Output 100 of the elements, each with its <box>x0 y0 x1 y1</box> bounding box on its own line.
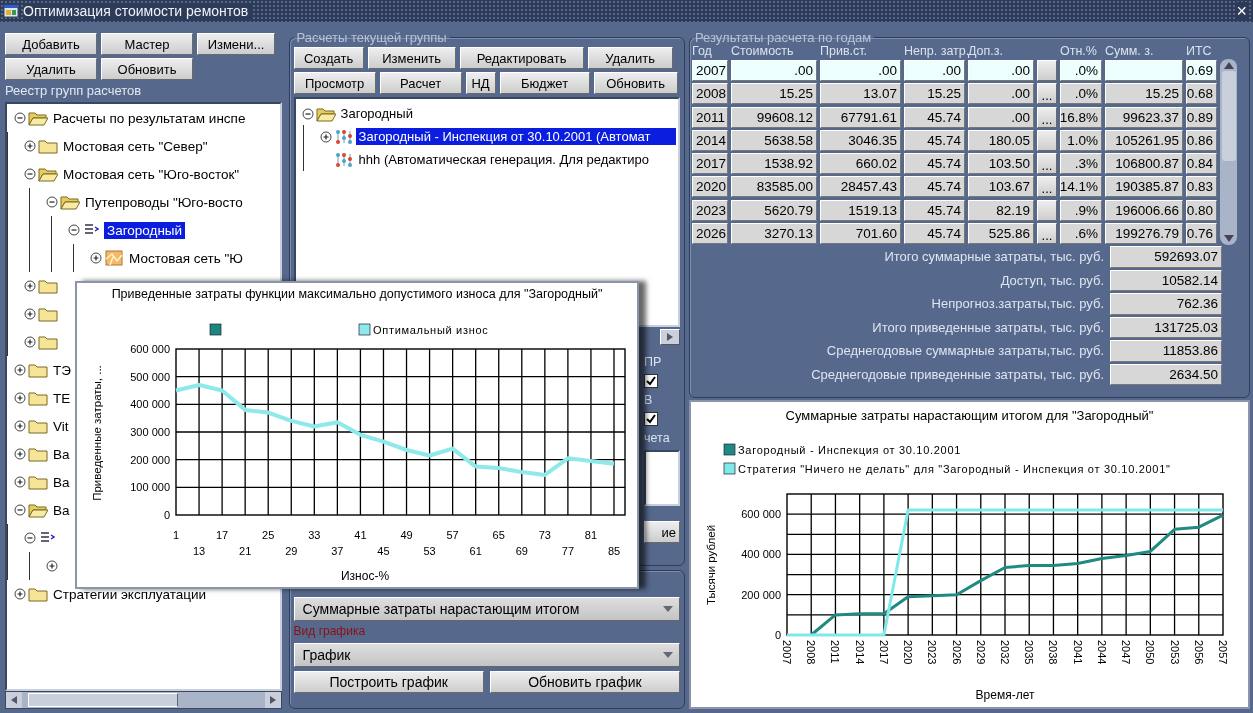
axis-tick-label: 600 000 <box>130 343 170 355</box>
action-button[interactable]: Удалить <box>5 58 97 80</box>
folder-icon <box>315 105 336 122</box>
more-button[interactable]: ... <box>1037 222 1057 244</box>
action-button[interactable]: Измени... <box>197 33 275 55</box>
action-button[interactable]: Редактировать <box>459 47 584 69</box>
collapse-icon[interactable] <box>301 107 314 120</box>
expand-icon[interactable] <box>14 420 26 432</box>
axis-tick-label: 400 000 <box>130 398 170 411</box>
tree-item[interactable]: Расчеты по результатам инспе <box>50 109 249 127</box>
collapse-icon[interactable] <box>24 532 36 544</box>
tree-item[interactable]: Загородный <box>337 105 416 122</box>
expand-icon[interactable] <box>24 308 36 320</box>
collapse-icon[interactable] <box>46 196 58 208</box>
tree-item[interactable]: hhh (Автоматическая генерация. Для редактиро <box>355 151 653 168</box>
action-button[interactable]: ие <box>644 521 680 543</box>
action-button[interactable]: Обновить график <box>489 671 680 693</box>
action-button[interactable]: Мастер <box>101 33 193 55</box>
table-cell: 2017 <box>692 153 728 175</box>
table-cell: .0% <box>1060 60 1102 82</box>
action-button[interactable]: Создать <box>293 47 364 69</box>
table-cell: 2026 <box>692 222 728 244</box>
expand-icon[interactable] <box>14 364 26 376</box>
more-button[interactable] <box>1037 199 1057 221</box>
expand-icon[interactable] <box>46 560 58 572</box>
expand-icon[interactable] <box>319 130 332 143</box>
more-button[interactable] <box>1037 60 1057 82</box>
more-button[interactable]: ... <box>1037 153 1057 175</box>
checkmark-icon <box>646 414 656 424</box>
expand-icon[interactable] <box>14 448 26 460</box>
checkbox[interactable] <box>644 374 658 388</box>
collapse-icon[interactable] <box>24 168 36 180</box>
axis-tick-label: 41 <box>354 529 367 541</box>
tree-item[interactable]: Ba <box>50 501 73 519</box>
dropdown[interactable]: Суммарные затраты нарастающим итогом <box>293 597 680 621</box>
action-button[interactable]: Обновить <box>593 72 678 94</box>
table-cell: 14.1% <box>1060 176 1102 198</box>
tree-item[interactable]: Ba <box>50 445 73 463</box>
more-button[interactable]: ... <box>1037 106 1057 128</box>
expand-icon[interactable] <box>14 392 26 404</box>
scroll-button[interactable] <box>6 692 22 708</box>
table-cell: 16.8% <box>1060 106 1102 128</box>
expand-icon[interactable] <box>24 280 36 292</box>
scrollbar-thumb[interactable] <box>1221 71 1236 161</box>
more-button[interactable] <box>1037 129 1057 151</box>
action-button[interactable]: Просмотр <box>293 72 376 94</box>
table-cell: 0.80 <box>1186 199 1217 221</box>
tree-item[interactable]: Мостовая сеть "Юго-восток" <box>60 165 243 183</box>
collapse-icon[interactable] <box>14 112 26 124</box>
axis-tick-label: 300 000 <box>130 426 170 438</box>
table-cell: 525.86 <box>968 222 1034 244</box>
table-cell: 2007 <box>692 60 728 82</box>
more-button[interactable]: ... <box>1037 83 1057 105</box>
action-button[interactable]: Обновить <box>101 58 193 80</box>
tree-item[interactable]: Мостовая сеть "Север" <box>60 137 211 155</box>
table-cell: 15.25 <box>731 83 817 105</box>
expand-icon[interactable] <box>14 476 26 488</box>
expand-icon[interactable] <box>90 252 102 264</box>
axis-tick-label: 2029 <box>974 640 987 665</box>
tree-item[interactable]: Стратегии эксплуатации <box>50 585 209 603</box>
axis-tick-label: 53 <box>423 545 436 557</box>
checkbox[interactable] <box>644 412 658 426</box>
scroll-button[interactable] <box>660 329 680 345</box>
action-button[interactable]: Построить график <box>293 671 484 693</box>
scrollbar-thumb[interactable] <box>28 693 178 707</box>
tree-item[interactable]: Мостовая сеть "Ю <box>126 249 246 267</box>
collapse-icon[interactable] <box>68 224 80 236</box>
table-cell: 15.25 <box>904 83 965 105</box>
tree-item[interactable]: Загородный <box>104 221 186 239</box>
collapse-icon[interactable] <box>14 504 26 516</box>
text-area[interactable] <box>644 450 680 506</box>
dropdown[interactable]: График <box>293 643 680 667</box>
tree-item[interactable]: Загородный - Инспекция от 30.10.2001 (Автомат <box>355 128 676 145</box>
tree-item[interactable]: ТЭ <box>50 361 74 379</box>
axis-tick-label: 2032 <box>999 640 1011 665</box>
expand-icon[interactable] <box>24 336 36 348</box>
more-button[interactable]: ... <box>1037 176 1057 198</box>
action-button[interactable]: Расчет <box>379 72 462 94</box>
close-button[interactable]: × <box>1236 2 1247 20</box>
table-cell: .3% <box>1060 153 1102 175</box>
axis-tick-label: 65 <box>492 529 505 541</box>
group-title: Результаты расчета по годам <box>694 30 873 45</box>
axis-tick-label: 2053 <box>1168 640 1181 665</box>
axis-tick-label: 37 <box>331 545 344 557</box>
expand-icon[interactable] <box>14 588 26 600</box>
action-button[interactable]: Добавить <box>5 33 97 55</box>
tree-item[interactable]: Путепроводы "Юго-восто <box>82 193 246 211</box>
tree-item[interactable]: Ba <box>50 473 73 491</box>
table-cell: .00 <box>968 106 1034 128</box>
action-button[interactable]: Бюджет <box>499 72 590 94</box>
table-cell: 3046.35 <box>820 129 901 151</box>
action-button[interactable]: Изменить <box>367 47 456 69</box>
summary-label: Среднегодовые приведенные затраты, тыс. руб. <box>810 366 1104 382</box>
expand-icon[interactable] <box>24 140 36 152</box>
nodes-icon <box>333 151 354 168</box>
action-button[interactable]: НД <box>465 72 496 94</box>
scroll-button[interactable] <box>264 692 281 708</box>
tree-item[interactable]: TE <box>50 389 74 407</box>
action-button[interactable]: Удалить <box>587 47 673 69</box>
tree-item[interactable]: Vit <box>50 417 72 435</box>
